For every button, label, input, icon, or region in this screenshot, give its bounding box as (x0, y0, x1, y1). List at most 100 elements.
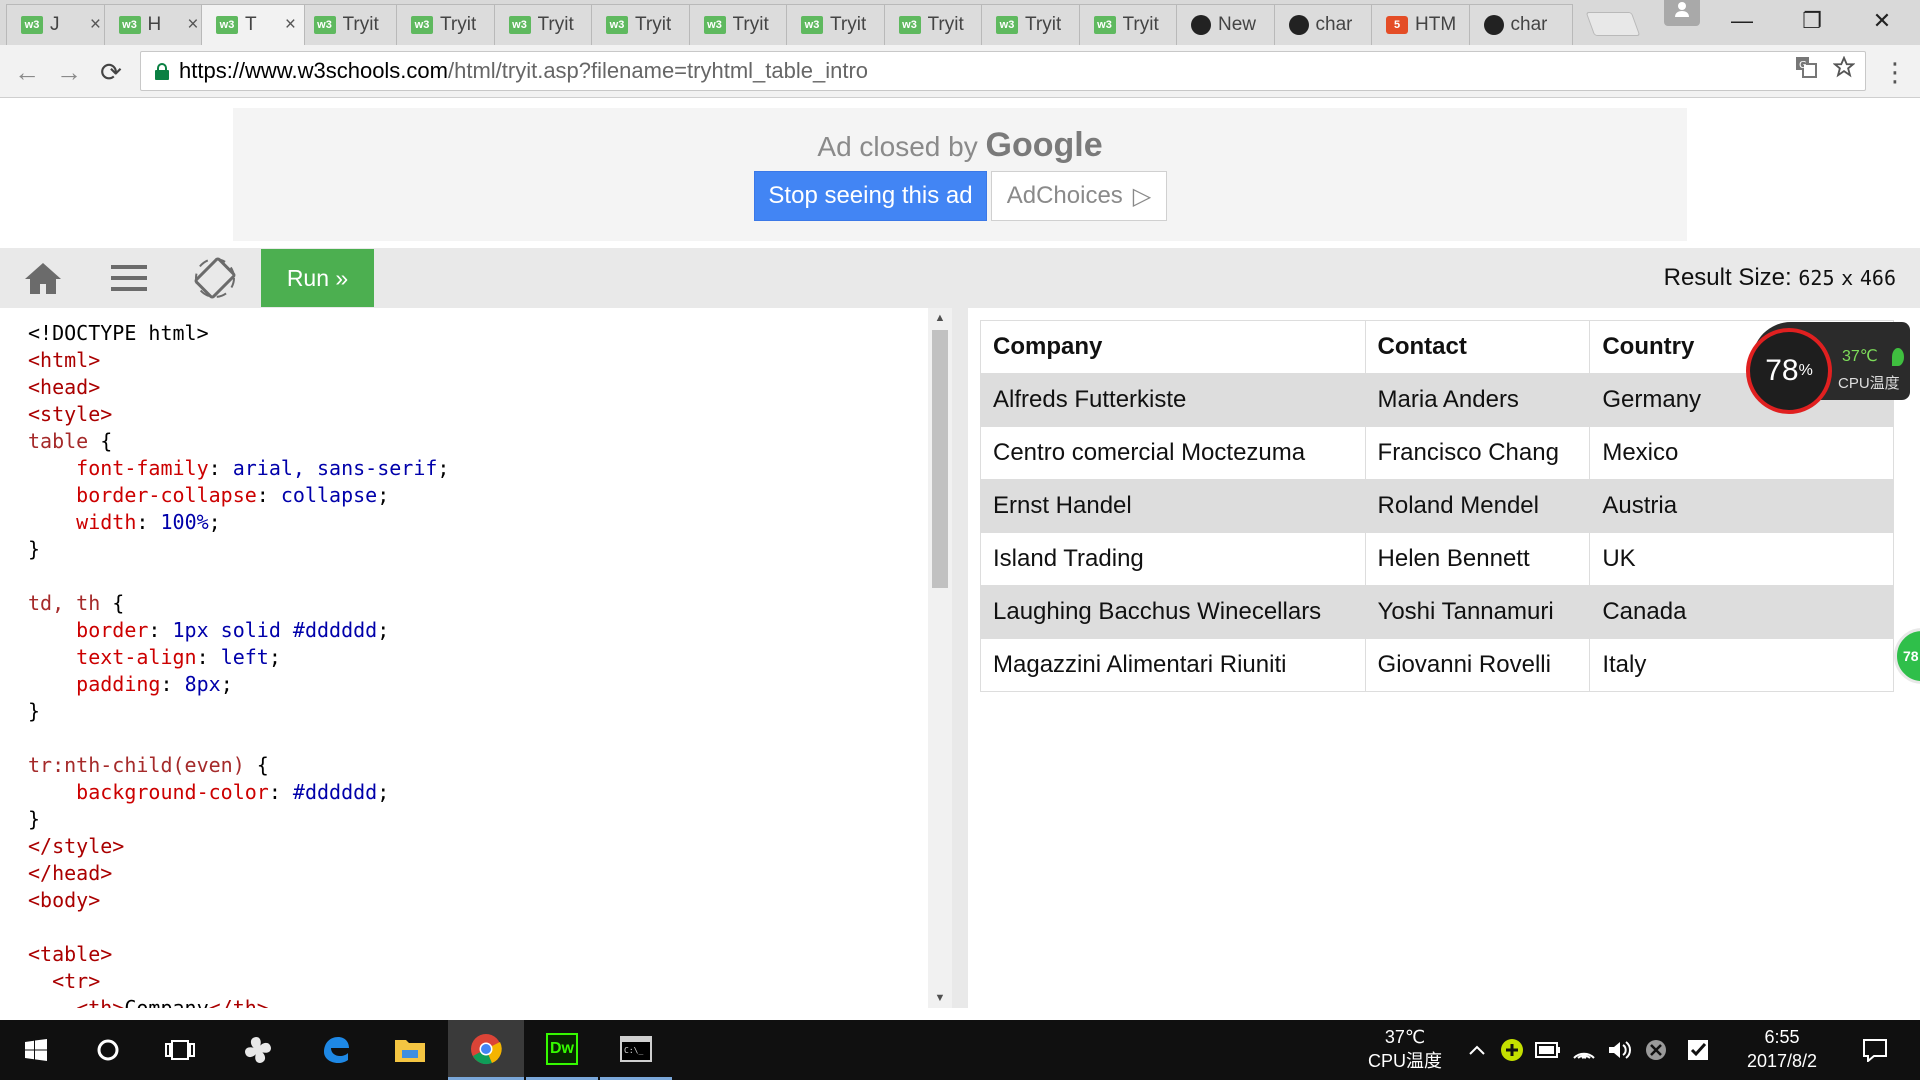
w3schools-favicon-icon: w3 (508, 16, 531, 34)
rotate-orientation-icon[interactable] (190, 256, 240, 300)
run-button[interactable]: Run » (261, 249, 374, 307)
code-line: <table> (28, 942, 113, 966)
stop-seeing-ad-button[interactable]: Stop seeing this ad (754, 171, 987, 221)
star-icon[interactable] (1832, 55, 1856, 85)
chrome-menu-button[interactable]: ⋮ (1880, 55, 1910, 89)
tab-9[interactable]: w3 Tryit (883, 4, 988, 45)
adchoices-button[interactable]: AdChoices ▷ (991, 171, 1167, 221)
tab-1[interactable]: w3 H × (103, 4, 208, 45)
back-button[interactable]: ← (10, 55, 44, 89)
code-line: border: 1px solid #dddddd; (76, 618, 390, 642)
w3schools-favicon-icon: w3 (606, 16, 628, 34)
tab-15[interactable]: char (1468, 4, 1573, 45)
translate-icon[interactable]: G (1795, 56, 1817, 85)
table-cell: UK (1589, 532, 1894, 586)
battery-icon[interactable] (1532, 1020, 1564, 1080)
tab-0[interactable]: w3 J × (6, 4, 110, 45)
tab-title: Tryit (1025, 14, 1062, 35)
menu-icon[interactable] (104, 256, 154, 300)
maximize-button[interactable]: ❐ (1782, 0, 1842, 42)
checkbox-app-icon[interactable] (1680, 1020, 1716, 1080)
panel-divider[interactable] (952, 308, 968, 1008)
volume-icon[interactable] (1604, 1020, 1636, 1080)
code-scrollbar[interactable]: ▲ ▼ (928, 308, 952, 1008)
chrome-icon[interactable] (448, 1020, 524, 1080)
tab-title: Tryit (1122, 14, 1159, 35)
tab-7[interactable]: w3 Tryit (688, 4, 793, 45)
cortana-icon[interactable] (72, 1020, 144, 1080)
table-cell: Austria (1589, 479, 1894, 533)
tab-10[interactable]: w3 Tryit (981, 4, 1085, 45)
tab-12[interactable]: New (1176, 4, 1280, 45)
table-cell: Alfreds Futterkiste (980, 373, 1366, 427)
code-text[interactable]: <!DOCTYPE html> <html> <head> <style> table … (28, 320, 449, 1008)
tab-title: Tryit (440, 14, 477, 35)
tab-14[interactable]: 5 HTM (1371, 4, 1475, 45)
dreamweaver-icon[interactable]: Dw (526, 1020, 598, 1080)
w3schools-favicon-icon: w3 (118, 16, 141, 34)
plus-badge-icon[interactable] (1496, 1020, 1528, 1080)
clock[interactable]: 6:55 2017/8/2 (1722, 1025, 1842, 1073)
code-line: } (28, 807, 41, 831)
forward-button[interactable]: → (52, 55, 86, 89)
w3schools-favicon-icon: w3 (411, 16, 433, 34)
tab-11[interactable]: w3 Tryit (1078, 4, 1183, 45)
table-row: Magazzini Alimentari Riuniti Giovanni Rov… (980, 638, 1894, 692)
scroll-down-arrow[interactable]: ▼ (928, 988, 952, 1008)
chevron-up-icon[interactable] (1462, 1020, 1492, 1080)
w3schools-favicon-icon: w3 (898, 16, 921, 34)
file-explorer-icon[interactable] (374, 1020, 446, 1080)
forward-arrow-icon: → (56, 56, 82, 87)
result-size: Result Size: 625 x 466 (1664, 264, 1896, 292)
w3schools-favicon-icon: w3 (703, 16, 726, 34)
scroll-thumb[interactable] (932, 330, 948, 588)
close-window-button[interactable]: ✕ (1852, 0, 1912, 42)
close-tab-icon[interactable]: × (279, 14, 296, 36)
new-tab-button[interactable] (1585, 12, 1641, 36)
tab-6[interactable]: w3 Tryit (591, 4, 695, 45)
edge-icon[interactable] (300, 1020, 372, 1080)
back-arrow-icon: ← (14, 56, 40, 87)
tab-title: Tryit (830, 14, 867, 35)
tab-2[interactable]: w3 T × (201, 4, 305, 45)
tab-3[interactable]: w3 Tryit (298, 4, 403, 45)
github-icon (1483, 15, 1504, 35)
url-host: https://www.w3schools.com (179, 58, 448, 83)
code-line: </style> (28, 834, 125, 858)
w3schools-favicon-icon: w3 (313, 16, 336, 34)
terminal-icon[interactable]: C:\_ (600, 1020, 672, 1080)
scroll-up-arrow[interactable]: ▲ (928, 308, 952, 328)
tab-13[interactable]: char (1273, 4, 1378, 45)
profile-button[interactable] (1664, 0, 1700, 26)
code-editor[interactable]: <!DOCTYPE html> <html> <head> <style> table … (14, 308, 952, 1008)
table-cell: Ernst Handel (980, 479, 1366, 533)
cpu-usage-ring: 78% (1746, 328, 1832, 414)
cpu-temp-label: CPU温度 (1838, 375, 1900, 392)
close-tab-icon[interactable]: × (181, 14, 198, 36)
ad-closed-banner: Ad closed by Google Stop seeing this ad … (233, 108, 1687, 241)
notification-icon[interactable] (1850, 1020, 1900, 1080)
tray-cpu-temp[interactable]: 37℃ CPU温度 (1360, 1025, 1450, 1073)
result-size-separator: x (1841, 266, 1854, 290)
address-bar[interactable]: https://www.w3schools.com/html/tryit.asp… (140, 51, 1866, 91)
tab-4[interactable]: w3 Tryit (396, 4, 500, 45)
minimize-button[interactable]: — (1712, 0, 1772, 42)
reload-button[interactable]: ⟳ (94, 55, 128, 89)
code-line: <!DOCTYPE html> (28, 321, 209, 345)
w3schools-favicon-icon: w3 (21, 16, 43, 34)
windows-start-icon[interactable] (0, 1020, 72, 1080)
wifi-icon[interactable] (1568, 1020, 1600, 1080)
github-icon (1191, 15, 1211, 35)
pinwheel-app-icon[interactable] (222, 1020, 294, 1080)
close-tab-icon[interactable]: × (84, 14, 101, 36)
svg-text:C:\_: C:\_ (624, 1046, 643, 1055)
task-view-icon[interactable] (144, 1020, 216, 1080)
tab-8[interactable]: w3 Tryit (786, 4, 890, 45)
tab-title: Tryit (635, 14, 672, 35)
blocked-icon[interactable] (1640, 1020, 1672, 1080)
leaf-icon (1892, 348, 1904, 366)
tab-5[interactable]: w3 Tryit (493, 4, 598, 45)
code-line: padding: 8px; (76, 672, 233, 696)
home-icon[interactable] (18, 256, 68, 300)
